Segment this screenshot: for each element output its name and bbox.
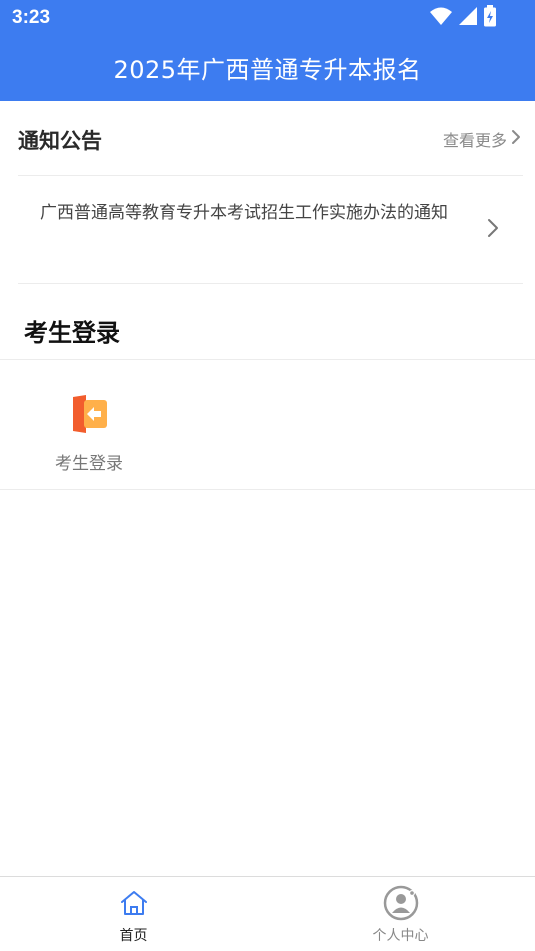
student-login-tile[interactable]: 考生登录: [30, 386, 148, 482]
view-more-label: 查看更多: [442, 131, 507, 150]
status-bar: 3:23: [0, 0, 535, 36]
login-door-icon: [70, 394, 110, 434]
app-header: 3:23 2025年广西普通专升本报名: [0, 0, 535, 101]
chevron-right-icon: [487, 218, 499, 242]
notice-item-text: 广西普通高等教育专升本考试招生工作实施办法的通知: [40, 203, 448, 223]
view-more-link[interactable]: 查看更多: [443, 127, 521, 151]
student-login-label: 考生登录: [55, 454, 123, 474]
notice-section-header: 通知公告 查看更多: [0, 101, 535, 175]
user-center-icon: [383, 885, 419, 925]
bottom-tab-bar: 首页 个人中心: [0, 876, 535, 951]
chevron-right-icon: [511, 129, 521, 149]
notice-list-item[interactable]: 广西普通高等教育专升本考试招生工作实施办法的通知: [18, 176, 523, 283]
app-title: 2025年广西普通专升本报名: [113, 56, 422, 84]
status-icons: [429, 5, 497, 31]
battery-icon: [483, 5, 497, 31]
status-time: 3:23: [12, 7, 51, 28]
notice-section-title: 通知公告: [18, 129, 102, 153]
home-icon: [119, 889, 149, 921]
tab-home-label: 首页: [119, 928, 148, 944]
tab-home[interactable]: 首页: [0, 877, 267, 951]
divider: [18, 283, 523, 284]
divider: [0, 489, 535, 490]
tab-user-center-label: 个人中心: [372, 928, 429, 944]
tab-user-center[interactable]: 个人中心: [267, 877, 534, 951]
login-section-title: 考生登录: [24, 319, 120, 347]
divider: [0, 359, 535, 360]
wifi-icon: [429, 6, 453, 30]
cell-signal-icon: [457, 6, 479, 30]
